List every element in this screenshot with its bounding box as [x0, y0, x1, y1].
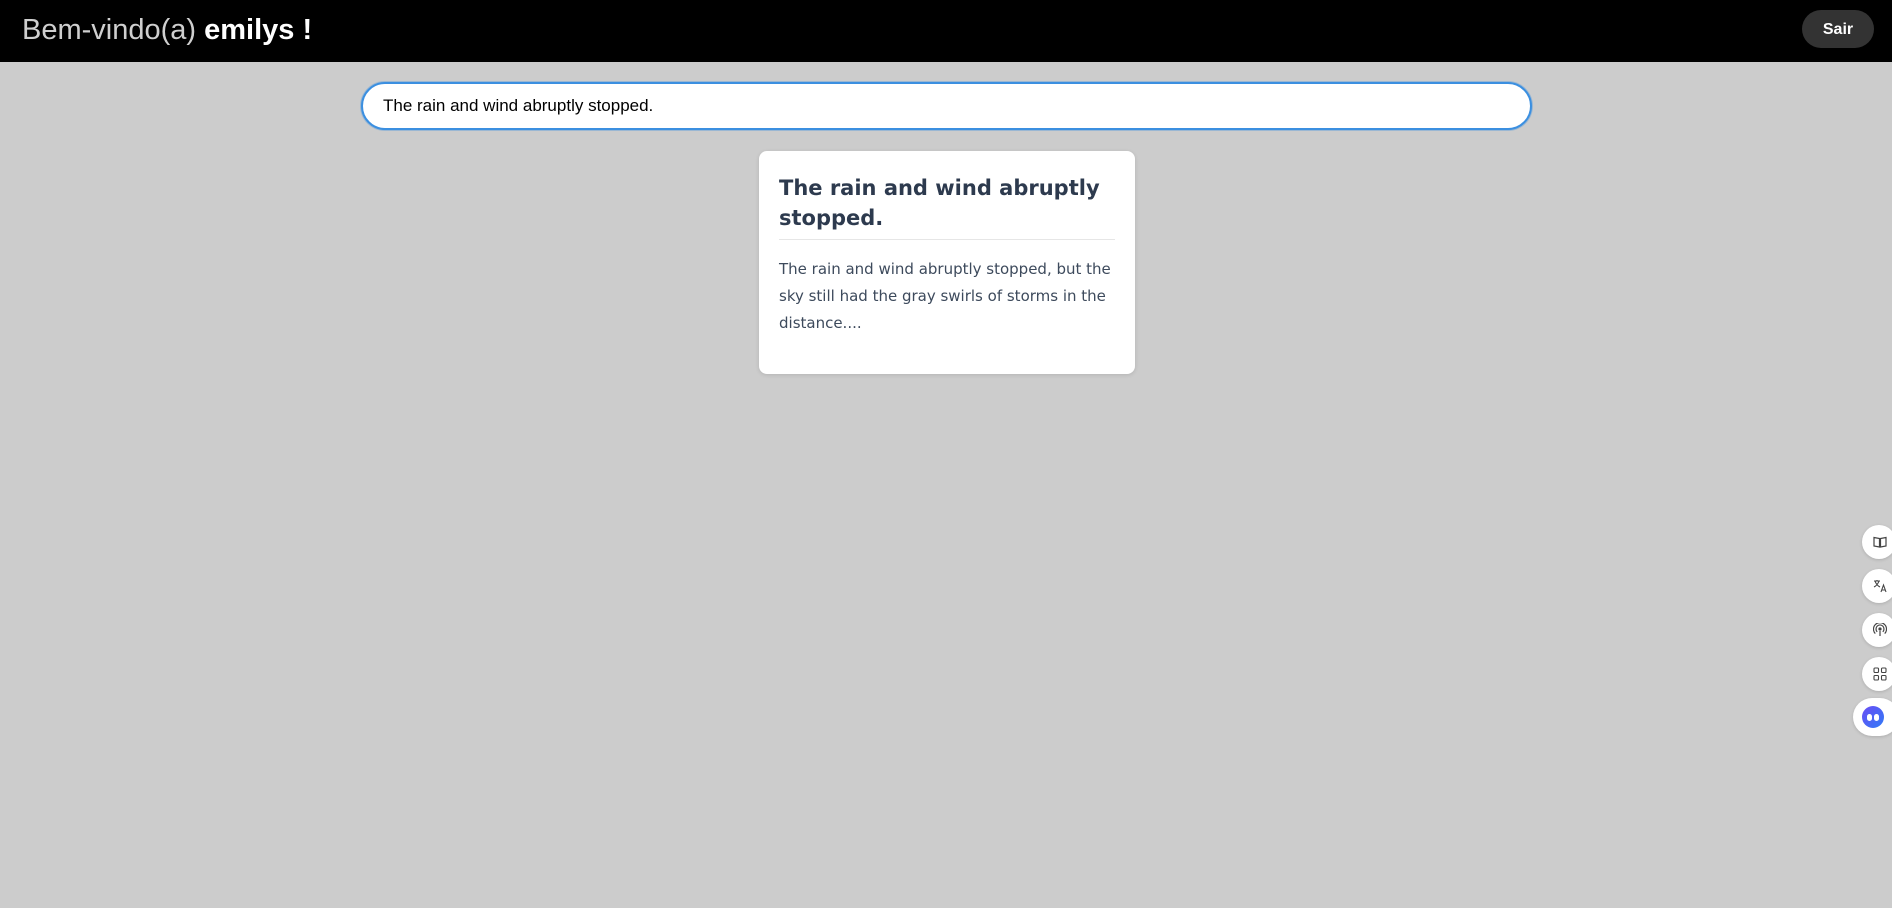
result-card-divider: [779, 239, 1115, 240]
side-toolbar-translate-button[interactable]: [1862, 569, 1892, 603]
search-input[interactable]: [383, 84, 1503, 128]
username-exclamation: !: [294, 14, 313, 46]
side-toolbar-book-button[interactable]: [1862, 525, 1892, 559]
translate-icon: [1873, 580, 1887, 593]
welcome-username: emilys !: [204, 14, 312, 46]
broadcast-icon: [1873, 623, 1887, 636]
apps-grid-icon: [1873, 667, 1887, 681]
book-icon: [1873, 536, 1887, 548]
assistant-face-icon: [1862, 706, 1884, 728]
assistant-button[interactable]: [1853, 698, 1892, 736]
username-text: emilys: [204, 14, 295, 46]
side-toolbar-apps-button[interactable]: [1862, 657, 1892, 691]
assistant-left-eye: [1867, 714, 1872, 721]
welcome-message: Bem-vindo(a) emilys !: [22, 13, 312, 47]
result-card-title: The rain and wind abruptly stopped.: [779, 176, 1100, 230]
search-box: [361, 82, 1532, 130]
welcome-greeting: Bem-vindo(a): [22, 14, 197, 46]
logout-button[interactable]: Sair: [1802, 10, 1874, 48]
side-toolbar-broadcast-button[interactable]: [1862, 613, 1892, 647]
top-bar: Bem-vindo(a) emilys ! Sair: [0, 0, 1892, 62]
assistant-right-eye: [1874, 714, 1879, 721]
result-card-excerpt: The rain and wind abruptly stopped, but …: [779, 260, 1111, 332]
result-card[interactable]: The rain and wind abruptly stopped. The …: [759, 151, 1135, 374]
